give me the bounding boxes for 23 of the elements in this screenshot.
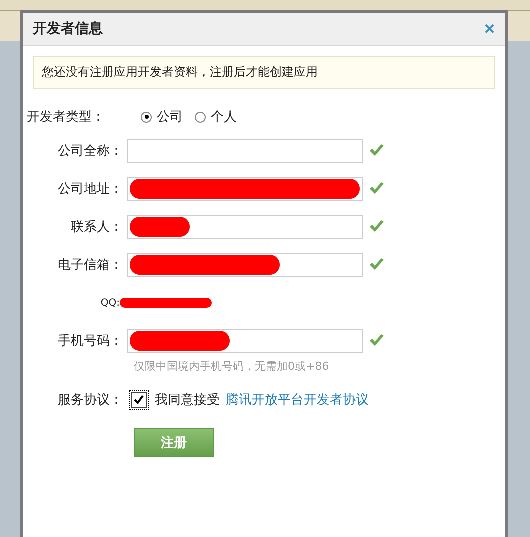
input-field[interactable] [127, 215, 363, 239]
hint-text: 仅限中国境内手机号码，无需加0或+86 [134, 359, 330, 374]
checkmark-icon [134, 395, 144, 405]
input-field[interactable] [127, 329, 363, 353]
field-label: 手机号码： [57, 333, 124, 350]
notice-message: 您还没有注册应用开发者资料，注册后才能创建应用 [33, 56, 495, 89]
input-field[interactable] [127, 139, 363, 163]
register-button[interactable]: 注册 [134, 428, 214, 457]
field-label: 联系人： [70, 219, 124, 236]
field-label: 服务协议： [57, 392, 124, 409]
field-label: 公司地址： [57, 181, 124, 198]
close-button[interactable]: × [482, 20, 497, 38]
checkbox[interactable] [131, 392, 147, 408]
field-label: QQ: [100, 298, 120, 308]
field-label: 电子信箱： [57, 257, 124, 274]
radio-option[interactable]: 公司 [141, 108, 183, 126]
agreement-link[interactable]: 腾讯开放平台开发者协议 [226, 391, 369, 409]
dialog-title: 开发者信息 [33, 20, 103, 38]
radio-option[interactable]: 个人 [195, 108, 237, 126]
agreement-text: 我同意接受 [155, 392, 220, 409]
field-label: 公司全称： [57, 143, 124, 160]
input-field[interactable] [127, 253, 363, 277]
field-label: 开发者类型： [26, 109, 106, 126]
